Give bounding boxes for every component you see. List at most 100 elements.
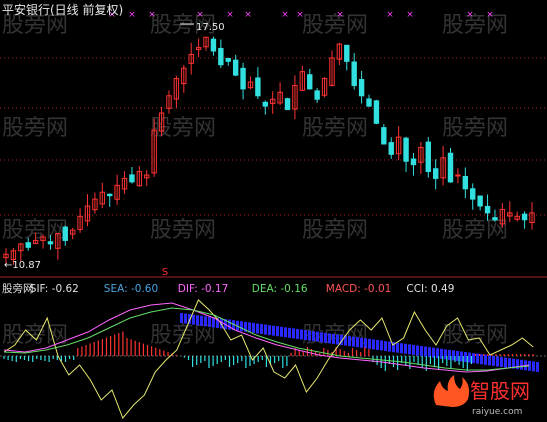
sif-bar — [428, 347, 431, 358]
indicator-legend-item: DIF: -0.17 — [178, 283, 228, 295]
signal-marker: S — [162, 267, 168, 278]
sif-bar — [264, 324, 267, 335]
sif-bar — [312, 331, 315, 342]
sif-bar — [496, 356, 499, 367]
sif-bar — [284, 327, 287, 338]
sif-bar — [200, 315, 203, 326]
candle-body — [381, 127, 387, 145]
candle-body — [366, 98, 372, 107]
sif-bar — [292, 328, 295, 339]
sif-bar — [492, 355, 495, 366]
sif-bar — [508, 358, 511, 369]
sif-bar — [480, 354, 483, 365]
sif-bar — [304, 330, 307, 341]
sif-bar — [536, 361, 539, 372]
sif-bar — [520, 359, 523, 370]
sif-bar — [256, 323, 259, 334]
sif-bar — [296, 328, 299, 339]
watermark-text: 股旁网 — [2, 116, 68, 141]
sif-bar — [300, 329, 303, 340]
sif-bar — [328, 333, 331, 344]
watermark-text: 股旁网 — [442, 218, 508, 243]
candle-body — [477, 195, 483, 207]
watermark-text: 股旁网 — [302, 116, 368, 141]
candle-body — [521, 213, 528, 221]
indicator-legend-item: 股旁网 — [2, 282, 34, 295]
candle-body — [232, 59, 239, 76]
sif-bar — [320, 332, 323, 343]
sif-bar — [240, 321, 243, 332]
logo-text: 智股网 — [470, 379, 530, 403]
indicator-legend-item: SIF: -0.62 — [30, 283, 79, 295]
top-marker: × — [406, 10, 414, 20]
watermark-text: 股旁网 — [442, 116, 508, 141]
candle-body — [284, 98, 291, 111]
candle-body — [62, 226, 68, 241]
sif-bar — [184, 313, 187, 324]
top-marker: × — [148, 10, 156, 20]
indicator-legend-item: DEA: -0.16 — [252, 283, 308, 295]
sif-bar — [388, 341, 391, 352]
candle-body — [410, 158, 417, 166]
top-marker: × — [386, 10, 394, 20]
sif-bar — [400, 343, 403, 354]
candle-body — [492, 217, 498, 221]
candle-body — [403, 137, 409, 162]
sif-bar — [420, 346, 423, 356]
indicator-legend-item: CCI: 0.49 — [406, 283, 454, 295]
sif-bar — [460, 351, 463, 362]
top-marker: × — [466, 10, 474, 20]
candle-body — [351, 61, 357, 86]
sif-bar — [384, 341, 387, 352]
top-marker: × — [226, 10, 234, 20]
candle-body — [373, 100, 380, 124]
sif-bar — [348, 336, 351, 347]
candle-body — [455, 174, 461, 177]
candle-body — [307, 74, 313, 90]
sif-bar — [368, 338, 371, 349]
watermark-text: 股旁网 — [302, 13, 368, 38]
candle-body — [255, 77, 261, 97]
candle-body — [388, 142, 394, 155]
sif-bar — [476, 353, 479, 364]
main-title: 平安银行(日线 前复权) — [2, 3, 124, 17]
sif-bar — [204, 316, 207, 327]
candle-body — [225, 57, 231, 62]
sif-bar — [396, 342, 399, 353]
sif-bar — [336, 334, 339, 345]
candle-body — [240, 67, 246, 90]
candle-body — [262, 101, 268, 107]
top-marker: × — [281, 10, 289, 20]
watermark-text: 股旁网 — [150, 116, 216, 141]
sif-bar — [192, 314, 195, 325]
top-marker: × — [336, 10, 344, 20]
sif-bar — [316, 331, 319, 342]
sif-bar — [380, 340, 383, 351]
sif-bar — [260, 324, 263, 334]
candle-body — [314, 90, 320, 100]
chart-canvas: 股旁网 股旁网 股旁网 股旁网 股旁网 股旁网 股旁网 股旁网 股旁网 股旁网 股旁网 股旁网 股旁网股… — [0, 0, 547, 422]
sif-bar — [472, 353, 475, 364]
watermark-text: 股旁网 — [2, 323, 68, 348]
sif-bar — [404, 343, 407, 354]
sif-bar — [500, 357, 503, 367]
top-marker: × — [244, 10, 252, 20]
watermark-text: 股旁网 — [442, 13, 508, 38]
sif-bar — [424, 346, 427, 357]
high-price-label: 17.50 — [196, 22, 225, 33]
sif-bar — [208, 316, 211, 327]
candle-body — [425, 141, 431, 173]
sif-bar — [280, 326, 283, 337]
watermark-text: 股旁网 — [302, 218, 368, 243]
sif-bar — [356, 337, 359, 348]
top-marker: × — [296, 10, 304, 20]
top-marker: × — [486, 10, 494, 20]
sif-bar — [268, 325, 271, 336]
sif-bar — [504, 357, 507, 368]
candle-body — [447, 152, 454, 183]
sif-bar — [360, 337, 363, 348]
indicator-legend-item: SEA: -0.60 — [104, 283, 158, 295]
candle-body — [47, 241, 54, 245]
low-price-label: ←10.87 — [4, 260, 41, 271]
sif-bar — [516, 359, 519, 370]
